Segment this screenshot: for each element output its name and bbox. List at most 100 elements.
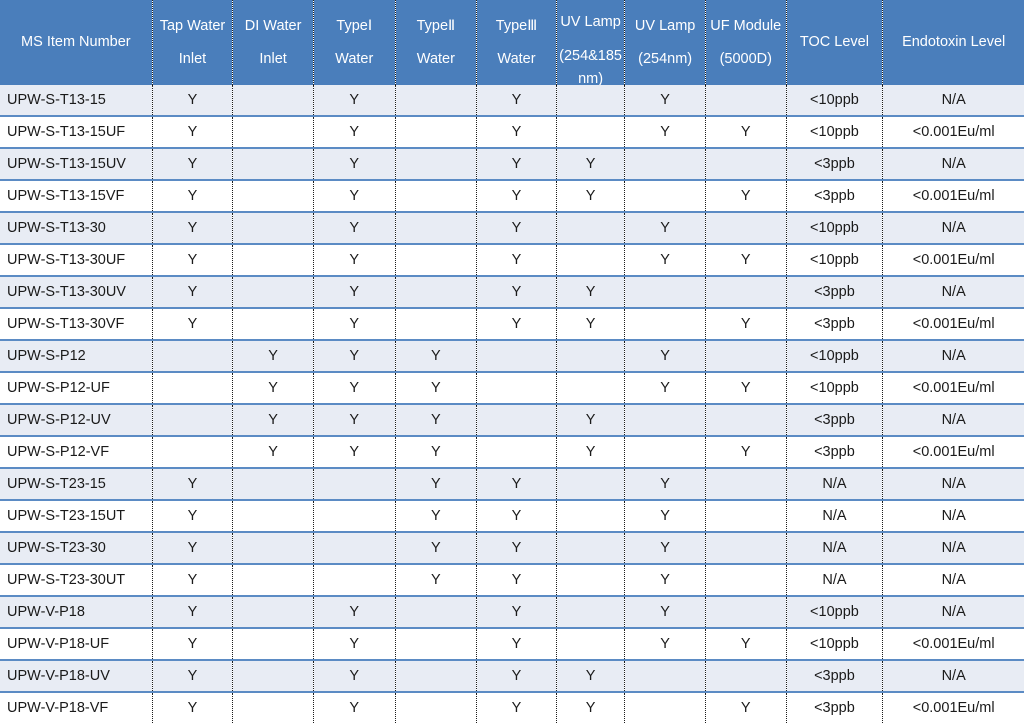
cell-flag-type2 — [395, 659, 478, 692]
column-header-line2-tap: Inlet — [178, 50, 207, 67]
column-header-line1-endotoxin: Endotoxin Level — [902, 34, 1006, 51]
cell-value-toc: <3ppb — [786, 179, 884, 212]
cell-flag-type1 — [313, 531, 396, 564]
cell-value-endotoxin: <0.001Eu/ml — [882, 627, 1024, 660]
cell-item-number: UPW-S-P12 — [0, 339, 153, 372]
cell-flag-type1: Y — [313, 339, 396, 372]
column-header-text-uf: UF Module (5000D) — [708, 15, 784, 70]
cell-flag-type1: Y — [313, 275, 396, 308]
cell-value-toc: <3ppb — [786, 403, 884, 436]
cell-item-number: UPW-S-T13-15 — [0, 85, 153, 116]
table-row: UPW-V-P18-VF Y Y Y Y Y <3ppb <0.001Eu/ml — [0, 691, 1024, 723]
cell-flag-di — [232, 211, 314, 244]
column-header-line2-uv254: (254nm) — [638, 50, 693, 67]
cell-value-endotoxin: <0.001Eu/ml — [882, 435, 1024, 468]
cell-item-number: UPW-S-T23-30UT — [0, 563, 153, 596]
cell-flag-uv254185 — [556, 371, 626, 404]
cell-flag-uf — [705, 659, 787, 692]
cell-flag-uv254: Y — [624, 371, 706, 404]
cell-value-endotoxin: <0.001Eu/ml — [882, 179, 1024, 212]
cell-flag-uv254185 — [556, 211, 626, 244]
cell-flag-uf — [705, 467, 787, 500]
cell-flag-uv254: Y — [624, 531, 706, 564]
cell-flag-uf — [705, 85, 787, 116]
cell-flag-uv254185 — [556, 531, 626, 564]
column-header-line2-type1: Water — [335, 50, 374, 67]
column-header-toc: TOC Level — [786, 0, 884, 85]
cell-item-number: UPW-V-P18 — [0, 595, 153, 628]
table-body: UPW-S-T13-15 Y Y Y Y <10ppb N/A UPW-S-T13-15UF Y… — [0, 85, 1024, 723]
cell-flag-type2 — [395, 115, 478, 148]
cell-item-number: UPW-S-T13-15UV — [0, 147, 153, 180]
cell-flag-tap — [152, 339, 234, 372]
cell-flag-uf — [705, 147, 787, 180]
cell-flag-uv254185: Y — [556, 147, 626, 180]
cell-value-toc: N/A — [786, 499, 884, 532]
column-header-text-endotoxin: Endotoxin Level — [885, 31, 1022, 53]
cell-flag-type1 — [313, 467, 396, 500]
cell-flag-type1: Y — [313, 147, 396, 180]
cell-flag-uv254 — [624, 275, 706, 308]
cell-value-toc: <3ppb — [786, 691, 884, 723]
cell-flag-type2 — [395, 85, 478, 116]
cell-value-toc: <10ppb — [786, 115, 884, 148]
cell-item-number: UPW-S-T13-30UV — [0, 275, 153, 308]
cell-flag-tap: Y — [152, 499, 234, 532]
cell-flag-uv254 — [624, 147, 706, 180]
cell-flag-type2 — [395, 691, 478, 723]
column-header-line1-toc: TOC Level — [799, 34, 869, 51]
cell-flag-uv254 — [624, 435, 706, 468]
cell-flag-type3: Y — [476, 307, 557, 340]
table-row: UPW-S-T13-15 Y Y Y Y <10ppb N/A — [0, 85, 1024, 116]
cell-value-endotoxin: N/A — [882, 563, 1024, 596]
column-header-text-uv254: UV Lamp (254nm) — [627, 15, 703, 70]
cell-value-endotoxin: <0.001Eu/ml — [882, 691, 1024, 723]
column-header-endotoxin: Endotoxin Level — [882, 0, 1024, 85]
cell-flag-type3: Y — [476, 211, 557, 244]
cell-item-number: UPW-S-T23-15UT — [0, 499, 153, 532]
cell-value-toc: <10ppb — [786, 339, 884, 372]
cell-flag-di: Y — [232, 435, 314, 468]
cell-flag-type1: Y — [313, 435, 396, 468]
column-header-type3: TypeⅢ Water — [476, 0, 557, 85]
cell-flag-uv254: Y — [624, 339, 706, 372]
cell-flag-type3: Y — [476, 147, 557, 180]
cell-flag-uf: Y — [705, 307, 787, 340]
cell-flag-di — [232, 531, 314, 564]
cell-item-number: UPW-S-P12-UF — [0, 371, 153, 404]
cell-flag-uv254185: Y — [556, 659, 626, 692]
cell-value-endotoxin: N/A — [882, 467, 1024, 500]
cell-value-toc: <10ppb — [786, 595, 884, 628]
table-row: UPW-S-T13-15VF Y Y Y Y Y <3ppb <0.001Eu/ml — [0, 179, 1024, 212]
cell-flag-type3: Y — [476, 563, 557, 596]
cell-flag-uv254185 — [556, 243, 626, 276]
table-row: UPW-S-T13-30UF Y Y Y Y Y <10ppb <0.001Eu/ml — [0, 243, 1024, 276]
cell-value-endotoxin: <0.001Eu/ml — [882, 115, 1024, 148]
cell-flag-tap — [152, 371, 234, 404]
column-header-line1-type2: TypeⅡ — [416, 18, 456, 35]
cell-item-number: UPW-S-T13-30 — [0, 211, 153, 244]
cell-flag-uf: Y — [705, 691, 787, 723]
column-header-uv254185: UV Lamp (254&185 nm) — [556, 0, 626, 85]
cell-flag-type1: Y — [313, 85, 396, 116]
cell-flag-di — [232, 467, 314, 500]
cell-flag-tap: Y — [152, 659, 234, 692]
cell-flag-di — [232, 595, 314, 628]
cell-flag-tap: Y — [152, 691, 234, 723]
cell-value-toc: N/A — [786, 467, 884, 500]
cell-flag-tap: Y — [152, 595, 234, 628]
cell-item-number: UPW-V-P18-UV — [0, 659, 153, 692]
cell-flag-uf — [705, 563, 787, 596]
cell-item-number: UPW-S-P12-UV — [0, 403, 153, 436]
cell-flag-uf: Y — [705, 115, 787, 148]
column-header-line2-uf: (5000D) — [719, 50, 772, 67]
cell-flag-uv254 — [624, 179, 706, 212]
cell-flag-type2 — [395, 179, 478, 212]
column-header-line1-item: MS Item Number — [21, 34, 131, 51]
cell-flag-uv254185 — [556, 563, 626, 596]
cell-flag-uv254: Y — [624, 595, 706, 628]
cell-flag-type1: Y — [313, 243, 396, 276]
cell-flag-tap: Y — [152, 211, 234, 244]
cell-flag-uf — [705, 339, 787, 372]
cell-flag-type2 — [395, 243, 478, 276]
